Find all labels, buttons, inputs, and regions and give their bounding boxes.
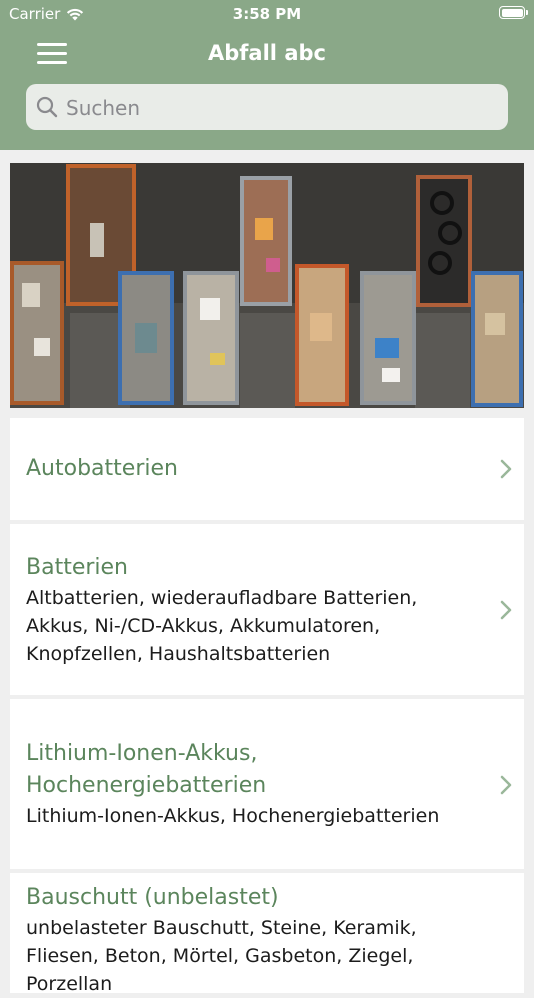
item-title: Batterien	[26, 555, 128, 580]
list-item[interactable]: Autobatterien	[10, 418, 524, 520]
search-bar[interactable]	[26, 84, 508, 132]
list-item[interactable]: Lithium-Ionen-Akkus, Hochenergiebatterie…	[10, 699, 524, 869]
page-title: Abfall abc	[208, 41, 326, 65]
chevron-right-icon	[500, 459, 512, 479]
search-input[interactable]	[64, 84, 498, 132]
item-title: Autobatterien	[26, 456, 178, 481]
chevron-right-icon	[500, 775, 512, 795]
search-icon	[36, 96, 58, 118]
chevron-right-icon	[500, 600, 512, 620]
battery-icon	[499, 6, 528, 19]
status-time: 3:58 PM	[232, 5, 302, 23]
list-item[interactable]: Batterien Altbatterien, wiederaufladbare…	[10, 524, 524, 695]
item-title: Lithium-Ionen-Akkus, Hochenergiebatterie…	[26, 741, 267, 798]
item-subtitle: Altbatterien, wiederaufladbare Batterien…	[26, 587, 418, 665]
item-subtitle: unbelasteter Bauschutt, Steine, Keramik,…	[26, 917, 417, 995]
item-subtitle: Lithium-Ionen-Akkus, Hochenergiebatterie…	[26, 805, 440, 827]
item-title: Bauschutt (unbelastet)	[26, 885, 279, 910]
aerial-dumpsters-photo	[10, 163, 524, 408]
status-bar: Carrier 3:58 PM	[0, 0, 534, 28]
hero-image	[10, 163, 524, 408]
app-header: Carrier 3:58 PM Abfall abc	[0, 0, 534, 150]
list-item[interactable]: Bauschutt (unbelastet) unbelasteter Baus…	[10, 873, 524, 995]
